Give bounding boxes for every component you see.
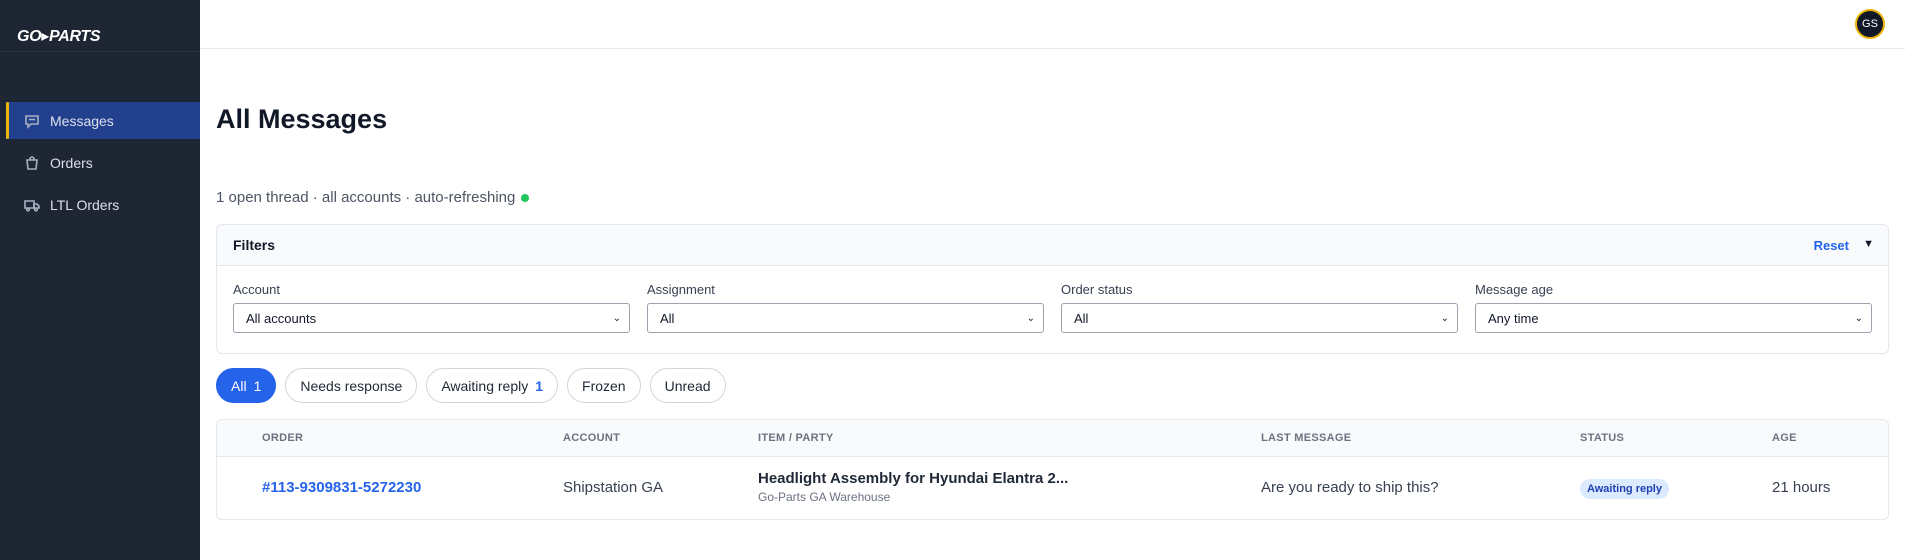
sidebar-item-label: Messages [50,112,114,129]
table-header: ORDER ACCOUNT ITEM / PARTY LAST MESSAGE … [217,420,1888,457]
reset-filters-link[interactable]: Reset [1814,238,1849,253]
status-badge: Awaiting reply [1580,479,1669,499]
sidebar: GO▸PARTS Messages Orders LTL Orders [0,0,200,560]
filters-title: Filters [233,237,276,253]
last-message-cell: Are you ready to ship this? [1261,479,1439,496]
sidebar-item-orders[interactable]: Orders [6,144,200,181]
column-header-order[interactable]: ORDER [262,432,303,444]
chevron-down-icon: ⌄ [1026,312,1035,324]
collapse-caret-icon[interactable]: ▼ [1863,238,1874,250]
account-cell: Shipstation GA [563,479,664,496]
account-select[interactable]: All accounts ⌄ [233,303,630,333]
item-party-cell: Headlight Assembly for Hyundai Elantra 2… [758,470,1068,504]
tab-frozen[interactable]: Frozen [567,368,641,403]
tab-label: Needs response [300,377,403,394]
chevron-down-icon: ⌄ [1440,312,1449,324]
tab-awaiting-reply[interactable]: Awaiting reply 1 [426,368,559,403]
chat-icon [23,112,40,129]
select-value: All [660,310,675,326]
filter-account: Account All accounts ⌄ [233,282,630,333]
filter-label: Account [233,282,280,297]
thread-summary-text: 1 open thread · all accounts · auto-refr… [216,189,516,206]
tab-count: 1 [535,377,544,394]
tab-label: Frozen [582,377,626,394]
page-title: All Messages [216,104,388,134]
age-cell: 21 hours [1772,479,1831,496]
filter-label: Order status [1061,282,1133,297]
order-number-link[interactable]: #113-9309831-5272230 [262,479,421,496]
messages-table: ORDER ACCOUNT ITEM / PARTY LAST MESSAGE … [216,419,1889,520]
column-header-status[interactable]: STATUS [1580,432,1624,444]
thread-summary: 1 open thread · all accounts · auto-refr… [216,189,530,206]
column-header-account[interactable]: ACCOUNT [563,432,620,444]
filter-message-age: Message age Any time ⌄ [1475,282,1872,333]
sidebar-item-label: LTL Orders [50,196,120,213]
tab-unread[interactable]: Unread [649,368,726,403]
live-status-icon [521,193,530,202]
top-bar: GS [200,0,1905,49]
tab-needs-response[interactable]: Needs response [285,368,418,403]
filter-label: Assignment [647,282,715,297]
item-title: Headlight Assembly for Hyundai Elantra 2… [758,470,1069,487]
assignment-select[interactable]: All ⌄ [647,303,1044,333]
chevron-down-icon: ⌄ [612,312,621,324]
truck-icon [23,196,40,213]
sidebar-item-messages[interactable]: Messages [6,102,200,139]
message-age-select[interactable]: Any time ⌄ [1475,303,1872,333]
filter-fields: Account All accounts ⌄ Assignment All ⌄ … [217,266,1888,333]
column-header-last-message[interactable]: LAST MESSAGE [1261,432,1351,444]
filter-order-status: Order status All ⌄ [1061,282,1458,333]
order-status-select[interactable]: All ⌄ [1061,303,1458,333]
sidebar-nav: Messages Orders LTL Orders [6,102,200,228]
tab-label: All [231,377,247,394]
tab-all[interactable]: All 1 [216,368,277,403]
filter-assignment: Assignment All ⌄ [647,282,1044,333]
select-value: All [1074,310,1089,326]
chevron-down-icon: ⌄ [1854,312,1863,324]
filters-panel: Filters Reset ▼ Account All accounts ⌄ A… [216,224,1889,354]
filters-header[interactable]: Filters Reset ▼ [217,225,1888,266]
tab-label: Unread [664,377,711,394]
column-header-item[interactable]: ITEM / PARTY [758,432,834,444]
tab-label: Awaiting reply [441,377,529,394]
brand-logo[interactable]: GO▸PARTS [17,28,200,48]
user-avatar[interactable]: GS [1855,9,1885,39]
item-party: Go-Parts GA Warehouse [758,490,891,504]
sidebar-item-ltl-orders[interactable]: LTL Orders [6,186,200,223]
select-value: All accounts [246,310,317,326]
table-row[interactable]: #113-9309831-5272230 Shipstation GA Head… [217,457,1888,519]
status-cell: Awaiting reply [1580,479,1669,499]
sidebar-item-label: Orders [50,154,93,171]
bag-icon [23,154,40,171]
logo-area: GO▸PARTS [0,0,200,52]
tab-count: 1 [253,377,262,394]
filter-label: Message age [1475,282,1554,297]
column-header-age[interactable]: AGE [1772,432,1797,444]
select-value: Any time [1488,310,1539,326]
status-tabs: All 1 Needs response Awaiting reply 1 Fr… [216,368,726,403]
